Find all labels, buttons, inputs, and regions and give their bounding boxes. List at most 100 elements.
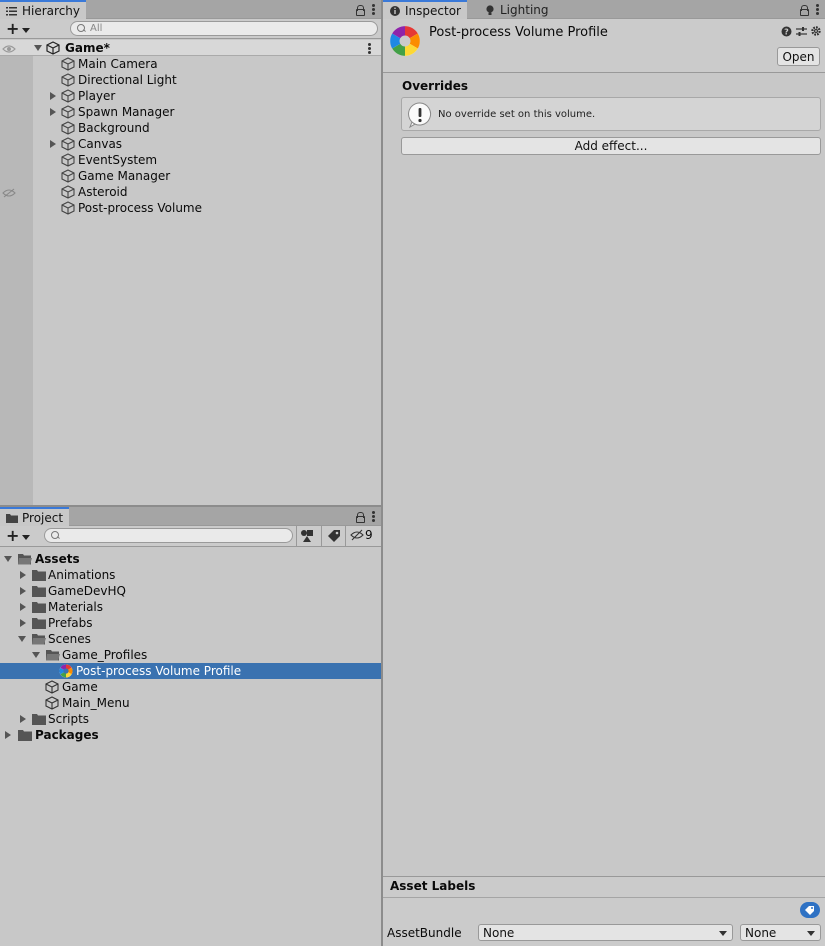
tree-item-prefabs[interactable]: Prefabs (0, 615, 381, 631)
tree-item-label: Packages (35, 728, 99, 742)
tree-item-selected-profile[interactable]: Post-process Volume Profile (0, 663, 381, 679)
open-button[interactable]: Open (777, 47, 820, 66)
list-icon (6, 5, 18, 17)
hierarchy-item[interactable]: Post-process Volume (0, 200, 381, 216)
tree-item-scene-main-menu[interactable]: Main_Menu (0, 695, 381, 711)
tree-item-gamedevhq[interactable]: GameDevHQ (0, 583, 381, 599)
tree-item-assets[interactable]: Assets (0, 551, 381, 567)
warning-info-icon (408, 102, 432, 129)
expand-arrow-icon[interactable] (20, 571, 26, 579)
expand-arrow-icon[interactable] (20, 603, 26, 611)
tree-item-scripts[interactable]: Scripts (0, 711, 381, 727)
hierarchy-item[interactable]: Game Manager (0, 168, 381, 184)
gameobject-cube-icon (61, 73, 75, 87)
tree-item-label: Materials (48, 600, 104, 614)
hierarchy-item-label: Canvas (78, 137, 123, 151)
inspector-header: Post-process Volume Profile ? Open (383, 19, 825, 73)
create-dropdown-button[interactable]: + (6, 528, 31, 544)
scene-header-row[interactable]: Game* (0, 40, 381, 56)
expand-arrow-icon[interactable] (5, 731, 11, 739)
tree-item-label: Assets (35, 552, 80, 566)
hierarchy-item-label: Game Manager (78, 169, 171, 183)
expand-arrow-icon[interactable] (34, 45, 42, 51)
tree-item-scenes[interactable]: Scenes (0, 631, 381, 647)
hierarchy-item[interactable]: Spawn Manager (0, 104, 381, 120)
hierarchy-item[interactable]: Directional Light (0, 72, 381, 88)
tree-item-label: Game (62, 680, 98, 694)
hierarchy-toolbar: + All (0, 19, 381, 39)
tree-item-game-profiles[interactable]: Game_Profiles (0, 647, 381, 663)
hierarchy-item[interactable]: EventSystem (0, 152, 381, 168)
lock-icon[interactable] (355, 5, 365, 16)
assetbundle-label: AssetBundle (387, 926, 462, 940)
hierarchy-item[interactable]: Background (0, 120, 381, 136)
hierarchy-item[interactable]: Asteroid (0, 184, 381, 200)
hierarchy-search-input[interactable]: All (70, 21, 378, 36)
expand-arrow-icon[interactable] (18, 636, 26, 642)
settings-gear-icon[interactable] (810, 25, 822, 40)
expand-arrow-icon[interactable] (20, 587, 26, 595)
hidden-eye-icon (350, 529, 364, 541)
tab-inspector[interactable]: Inspector (383, 0, 467, 20)
expand-arrow-icon[interactable] (4, 556, 12, 562)
hidden-packages-toggle[interactable]: 9 (350, 528, 373, 542)
hierarchy-item[interactable]: Player (0, 88, 381, 104)
tree-item-materials[interactable]: Materials (0, 599, 381, 615)
filter-by-type-icon[interactable] (300, 529, 314, 546)
scene-kebab-icon[interactable] (368, 43, 371, 54)
gameobject-cube-icon (61, 153, 75, 167)
hierarchy-item-label: Player (78, 89, 116, 103)
hierarchy-item[interactable]: Main Camera (0, 56, 381, 72)
gameobject-cube-icon (61, 137, 75, 151)
expand-arrow-icon[interactable] (32, 652, 40, 658)
search-icon (77, 24, 86, 33)
lock-icon[interactable] (355, 512, 365, 523)
hidden-count: 9 (365, 528, 373, 542)
kebab-menu-icon[interactable] (372, 511, 375, 522)
tab-hierarchy[interactable]: Hierarchy (0, 0, 87, 20)
tree-item-scene-game[interactable]: Game (0, 679, 381, 695)
expand-arrow-icon[interactable] (20, 715, 26, 723)
tree-item-animations[interactable]: Animations (0, 567, 381, 583)
hidden-eye-icon[interactable] (2, 187, 16, 201)
kebab-menu-icon[interactable] (816, 4, 819, 15)
hierarchy-item[interactable]: Canvas (0, 136, 381, 152)
folder-icon (32, 586, 46, 597)
assetbundle-variant-dropdown[interactable]: None (740, 924, 821, 941)
tab-lighting[interactable]: Lighting (478, 0, 555, 19)
lock-icon[interactable] (799, 5, 809, 16)
filter-by-label-icon[interactable] (327, 529, 341, 546)
tab-hierarchy-label: Hierarchy (22, 4, 81, 18)
project-tabbar: Project (0, 507, 381, 527)
inspector-title: Post-process Volume Profile (429, 25, 608, 40)
tab-lighting-label: Lighting (500, 2, 549, 17)
unity-scene-icon (45, 680, 59, 694)
tab-project-label: Project (22, 511, 64, 525)
folder-icon (6, 512, 18, 524)
create-dropdown-button[interactable]: + (6, 21, 31, 37)
info-icon (389, 5, 401, 17)
tree-item-packages[interactable]: Packages (0, 727, 381, 743)
presets-icon[interactable] (796, 26, 807, 40)
add-effect-button[interactable]: Add effect... (401, 137, 821, 155)
hierarchy-tab-controls (355, 1, 375, 18)
expand-arrow-icon[interactable] (50, 140, 56, 148)
tree-item-label: GameDevHQ (48, 584, 126, 598)
tree-item-label: Scripts (48, 712, 90, 726)
chevron-down-icon (22, 27, 31, 33)
eye-icon[interactable] (2, 43, 16, 57)
expand-arrow-icon[interactable] (50, 92, 56, 100)
tree-item-label: Post-process Volume Profile (76, 664, 242, 678)
gameobject-cube-icon (61, 105, 75, 119)
tree-item-label: Prefabs (48, 616, 93, 630)
tab-project[interactable]: Project (0, 507, 70, 527)
hierarchy-item-label: Spawn Manager (78, 105, 175, 119)
expand-arrow-icon[interactable] (50, 108, 56, 116)
asset-labels-section: Asset Labels AssetBundle None None (383, 876, 825, 946)
project-search-input[interactable] (44, 528, 293, 543)
help-icon[interactable]: ? (781, 26, 792, 40)
expand-arrow-icon[interactable] (20, 619, 26, 627)
kebab-menu-icon[interactable] (372, 4, 375, 15)
assetbundle-dropdown[interactable]: None (478, 924, 733, 941)
label-tag-icon[interactable] (800, 902, 820, 921)
